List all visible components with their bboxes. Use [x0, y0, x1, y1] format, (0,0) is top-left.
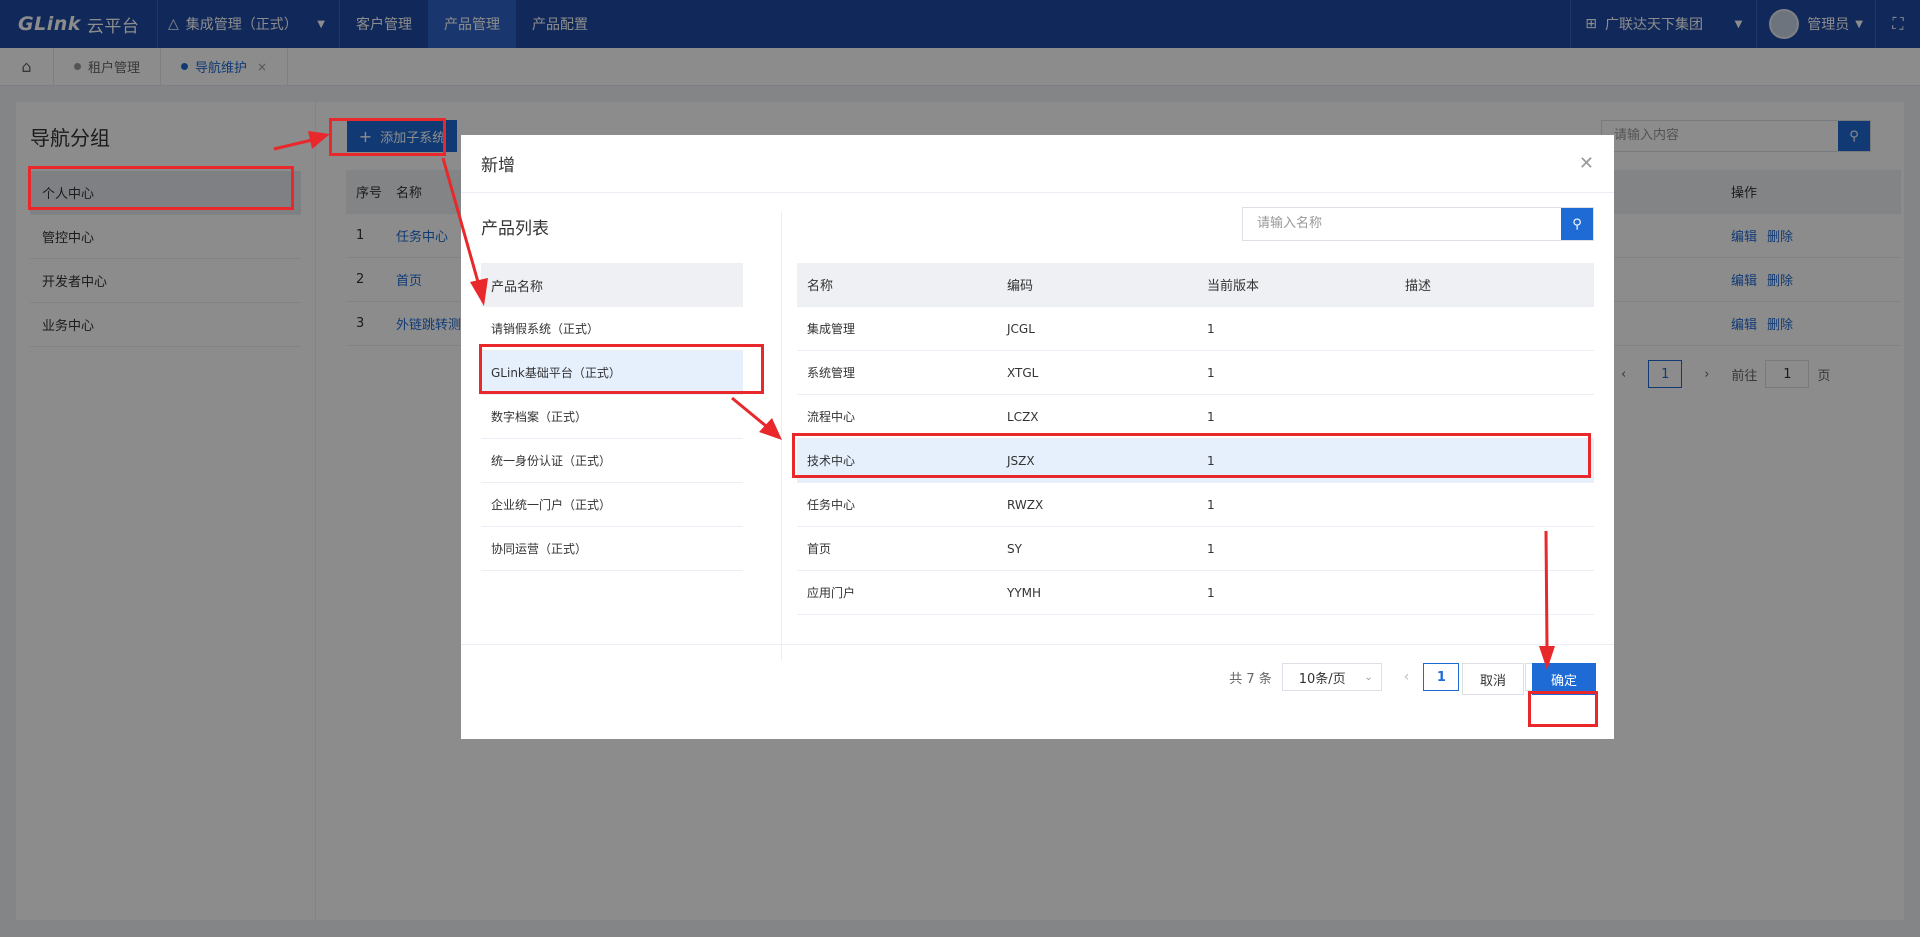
cell-code: XTGL — [1007, 365, 1039, 380]
cell-version: 1 — [1207, 541, 1215, 556]
cell-name: 任务中心 — [807, 498, 856, 512]
cell-version: 1 — [1207, 497, 1215, 512]
cell-code: SY — [1007, 541, 1022, 556]
header-desc: 描述 — [1405, 279, 1432, 294]
product-list-title: 产品列表 — [481, 219, 549, 239]
cell-version: 1 — [1207, 365, 1215, 380]
table-row[interactable]: 系统管理 XTGL 1 — [797, 351, 1594, 395]
cell-code: JSZX — [1007, 453, 1035, 468]
cell-version: 1 — [1207, 409, 1215, 424]
product-list-header: 产品名称 — [481, 263, 743, 307]
dialog-title: 新增 — [481, 156, 515, 176]
add-dialog: 新增 ✕ 产品列表 产品名称 请销假系统（正式） GLink基础平台（正式） 数… — [461, 135, 1614, 739]
search-icon[interactable]: ⚲ — [1561, 208, 1593, 240]
header-name: 名称 — [807, 279, 834, 294]
product-item[interactable]: 企业统一门户（正式） — [481, 483, 743, 527]
cell-name: 首页 — [807, 542, 832, 556]
module-search[interactable]: 请输入名称 ⚲ — [1242, 207, 1594, 241]
cell-version: 1 — [1207, 585, 1215, 600]
dialog-footer: 取消 确定 — [461, 644, 1614, 739]
product-item-selected[interactable]: GLink基础平台（正式） — [481, 351, 743, 395]
module-table: 名称 编码 当前版本 描述 集成管理 JCGL 1 系统管理 XTGL 1 流程… — [797, 263, 1594, 615]
module-table-header: 名称 编码 当前版本 描述 — [797, 263, 1594, 307]
close-icon[interactable]: ✕ — [1579, 153, 1594, 174]
product-item[interactable]: 数字档案（正式） — [481, 395, 743, 439]
cell-name: 应用门户 — [807, 586, 856, 600]
panel-divider — [781, 211, 782, 661]
cell-code: JCGL — [1007, 321, 1035, 336]
product-item[interactable]: 协同运营（正式） — [481, 527, 743, 571]
product-item[interactable]: 请销假系统（正式） — [481, 307, 743, 351]
cell-version: 1 — [1207, 453, 1215, 468]
table-row[interactable]: 应用门户 YYMH 1 — [797, 571, 1594, 615]
cell-code: LCZX — [1007, 409, 1039, 424]
cell-name: 流程中心 — [807, 410, 856, 424]
table-row[interactable]: 任务中心 RWZX 1 — [797, 483, 1594, 527]
confirm-button[interactable]: 确定 — [1532, 663, 1596, 695]
cell-code: YYMH — [1007, 585, 1042, 600]
cell-version: 1 — [1207, 321, 1215, 336]
module-search-input[interactable]: 请输入名称 — [1243, 208, 1561, 240]
product-list-panel: 产品列表 产品名称 请销假系统（正式） GLink基础平台（正式） 数字档案（正… — [481, 207, 743, 571]
table-row[interactable]: 首页 SY 1 — [797, 527, 1594, 571]
table-row[interactable]: 集成管理 JCGL 1 — [797, 307, 1594, 351]
header-code: 编码 — [1007, 279, 1034, 294]
table-row-selected[interactable]: 技术中心 JSZX 1 — [797, 439, 1594, 483]
header-version: 当前版本 — [1207, 279, 1260, 294]
dialog-header: 新增 ✕ — [461, 135, 1614, 193]
cell-name: 系统管理 — [807, 366, 856, 380]
cell-name: 集成管理 — [807, 322, 856, 336]
product-item[interactable]: 统一身份认证（正式） — [481, 439, 743, 483]
cancel-button[interactable]: 取消 — [1462, 663, 1524, 695]
table-row[interactable]: 流程中心 LCZX 1 — [797, 395, 1594, 439]
cell-code: RWZX — [1007, 497, 1044, 512]
cell-name: 技术中心 — [807, 454, 856, 468]
